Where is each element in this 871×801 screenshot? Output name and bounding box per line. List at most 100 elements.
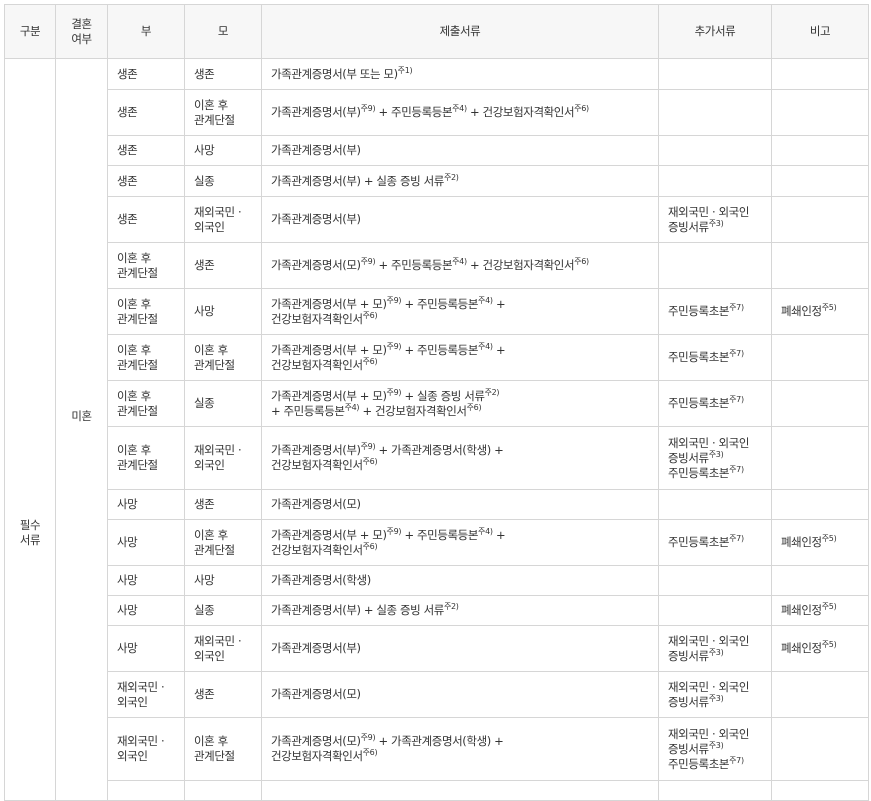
extra-footnote-ref: 주7) [729, 349, 744, 358]
table-row: 재외국민 · 외국인 생존 가족관계증명서(모) 재외국민 · 외국인 증빙서류주3) [5, 671, 869, 718]
header-category: 구분 [4, 4, 56, 59]
docs-footnote-ref: 주9) [386, 341, 402, 351]
father-status-cell: 이혼 후 관계단절 [107, 334, 185, 381]
father-status-cell: 사망 [107, 595, 185, 626]
submission-documents-cell: 가족관계증명서(모)주9) + 주민등록등본주4) + 건강보험자격확인서주6) [261, 242, 659, 289]
remarks-cell [771, 165, 869, 197]
additional-documents-cell: 재외국민 · 외국인 증빙서류주3) 주민등록초본주7) [658, 426, 772, 490]
extra-footnote-ref: 주3) [708, 693, 724, 703]
father-status-cell: 생존 [107, 196, 185, 243]
mother-status-cell: 사망 [184, 135, 262, 166]
additional-documents-cell: 주민등록초본주7) [658, 380, 772, 427]
remarks-cell: 폐쇄인정주5) [771, 625, 869, 672]
additional-documents-cell [658, 165, 772, 197]
father-status-cell: 생존 [107, 165, 185, 197]
docs-footnote-ref: 주6) [362, 310, 378, 320]
father-status-cell: 이혼 후 관계단절 [107, 288, 185, 335]
mother-status-cell: 실종 [184, 165, 262, 197]
table-body: 필수 서류 미혼 생존 생존 가족관계증명서(부 또는 모)주1) 생존 이혼 후 관계단절 가족… [4, 58, 869, 801]
additional-documents-cell [658, 595, 772, 626]
mother-status-cell: 실종 [184, 380, 262, 427]
remarks-cell [771, 717, 869, 781]
docs-footnote-ref: 주9) [360, 442, 376, 451]
additional-documents-cell: 재외국민 · 외국인 증빙서류주3) 주민등록초본주7) [658, 717, 772, 781]
additional-documents-cell: 재외국민 · 외국인 증빙서류주3) [658, 671, 772, 718]
table-row: 생존 이혼 후 관계단절 가족관계증명서(부)주9) + 주민등록등본주4) + 건강… [5, 89, 869, 136]
table-row: 이혼 후 관계단절 사망 가족관계증명서(부 + 모)주9) + 주민등록등본주4) … [5, 288, 869, 335]
docs-footnote-ref: 주2) [443, 172, 459, 182]
table-row: 생존 실종 가족관계증명서(부) + 실종 증빙 서류주2) [5, 165, 869, 197]
docs-footnote-ref: 주9) [386, 526, 402, 536]
father-status-cell: 재외국민 · 외국인 [107, 717, 185, 781]
remarks-cell [771, 565, 869, 596]
table-row: 재외국민 · 외국인 이혼 후 관계단절 가족관계증명서(모)주9) + 가족관계증명서… [5, 717, 869, 781]
table-row: 사망 실종 가족관계증명서(부) + 실종 증빙 서류주2) 폐쇄인정주5) [5, 595, 869, 626]
additional-documents-cell [658, 489, 772, 520]
header-remarks: 비고 [771, 4, 869, 59]
remarks-cell [771, 426, 869, 490]
required-documents-table: 구분 결혼 여부 부 모 제출서류 추가서류 비고 필수 서류 미혼 생존 생존 가족관계… [4, 4, 869, 801]
submission-documents-cell [261, 780, 659, 801]
docs-footnote-ref: 주1) [397, 65, 413, 75]
additional-documents-cell: 주민등록초본주7) [658, 288, 772, 335]
father-status-cell: 생존 [107, 58, 185, 90]
docs-footnote-ref: 주9) [360, 257, 376, 266]
father-status-cell: 이혼 후 관계단절 [107, 426, 185, 490]
docs-footnote-ref: 주4) [478, 526, 493, 536]
header-father: 부 [107, 4, 185, 59]
extra-footnote-ref: 주3) [708, 740, 724, 750]
docs-footnote-ref: 주2) [484, 387, 500, 397]
submission-documents-cell: 가족관계증명서(부) [261, 135, 659, 166]
additional-documents-cell [658, 242, 772, 289]
mother-status-cell: 이혼 후 관계단절 [184, 89, 262, 136]
submission-documents-cell: 가족관계증명서(부) + 실종 증빙 서류주2) [261, 165, 659, 197]
additional-documents-cell [658, 565, 772, 596]
mother-status-cell: 생존 [184, 671, 262, 718]
extra-footnote-ref: 주3) [708, 449, 724, 459]
additional-documents-cell: 주민등록초본주7) [658, 519, 772, 566]
father-status-cell: 이혼 후 관계단절 [107, 380, 185, 427]
remarks-cell [771, 671, 869, 718]
mother-status-cell: 재외국민 · 외국인 [184, 625, 262, 672]
extra-footnote-ref: 주7) [729, 464, 744, 474]
mother-status-cell [184, 780, 262, 801]
extra-footnote-ref: 주7) [729, 534, 744, 543]
father-status-cell: 사망 [107, 625, 185, 672]
mother-status-cell: 이혼 후 관계단절 [184, 717, 262, 781]
note-footnote-ref: 주5) [821, 640, 837, 649]
remarks-cell [771, 380, 869, 427]
docs-footnote-ref: 주9) [386, 295, 402, 305]
note-footnote-ref: 주5) [821, 534, 837, 543]
table-row: 필수 서류 미혼 생존 생존 가족관계증명서(부 또는 모)주1) [4, 58, 869, 801]
table-row: 이혼 후 관계단절 생존 가족관계증명서(모)주9) + 주민등록등본주4) + 건강… [5, 242, 869, 289]
note-footnote-ref: 주5) [821, 303, 837, 312]
remarks-cell [771, 242, 869, 289]
submission-documents-cell: 가족관계증명서(부 + 모)주9) + 주민등록등본주4) + 건강보험자격확인서… [261, 519, 659, 566]
docs-footnote-ref: 주6) [574, 257, 589, 266]
mother-status-cell: 실종 [184, 595, 262, 626]
submission-documents-cell: 가족관계증명서(부 또는 모)주1) [261, 58, 659, 90]
additional-documents-cell [658, 58, 772, 90]
mother-status-cell: 생존 [184, 489, 262, 520]
submission-documents-cell: 가족관계증명서(부 + 모)주9) + 주민등록등본주4) + 건강보험자격확인서… [261, 334, 659, 381]
docs-footnote-ref: 주6) [362, 541, 378, 551]
docs-footnote-ref: 주4) [344, 402, 360, 412]
remarks-cell [771, 58, 869, 90]
header-additional-documents: 추가서류 [658, 4, 772, 59]
docs-footnote-ref: 주4) [452, 104, 467, 113]
category-cell: 필수 서류 [4, 58, 56, 801]
remarks-cell: 폐쇄인정주5) [771, 288, 869, 335]
remarks-cell [771, 89, 869, 136]
submission-documents-cell: 가족관계증명서(모)주9) + 가족관계증명서(학생) + 건강보험자격확인서주6… [261, 717, 659, 781]
extra-footnote-ref: 주7) [729, 303, 744, 312]
header-marriage-status: 결혼 여부 [55, 4, 108, 59]
additional-documents-cell [658, 135, 772, 166]
docs-footnote-ref: 주6) [362, 748, 378, 757]
docs-footnote-ref: 주6) [362, 356, 378, 366]
mother-status-cell: 사망 [184, 288, 262, 335]
father-status-cell: 사망 [107, 519, 185, 566]
remarks-cell: 폐쇄인정주5) [771, 595, 869, 626]
submission-documents-cell: 가족관계증명서(부)주9) + 주민등록등본주4) + 건강보험자격확인서주6) [261, 89, 659, 136]
docs-footnote-ref: 주6) [362, 457, 378, 466]
submission-documents-cell: 가족관계증명서(부) [261, 196, 659, 243]
